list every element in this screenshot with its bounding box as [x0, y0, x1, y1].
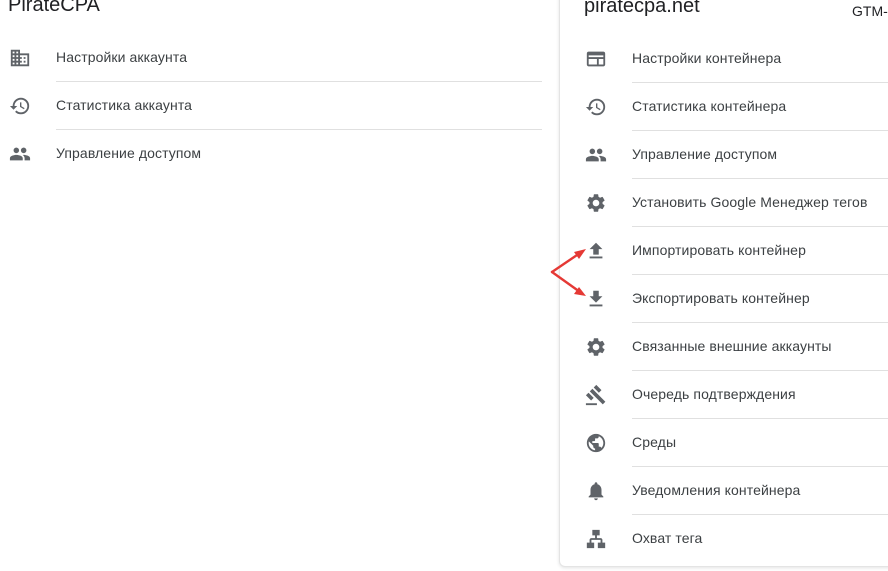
account-settings-label: Настройки аккаунта — [56, 49, 188, 65]
install-gtm-item[interactable]: Установить Google Менеджер тегов — [560, 179, 888, 227]
account-user-management-label: Управление доступом — [56, 145, 202, 161]
account-activity-label: Статистика аккаунта — [56, 97, 193, 113]
external-accounts-label: Связанные внешние аккаунты — [632, 338, 832, 354]
account-user-management-item[interactable]: Управление доступом — [0, 130, 542, 178]
external-accounts-item[interactable]: Связанные внешние аккаунты — [560, 323, 888, 371]
bell-icon — [584, 479, 608, 503]
tag-coverage-item[interactable]: Охват тега — [560, 515, 888, 563]
download-icon — [584, 287, 608, 311]
container-user-management-item[interactable]: Управление доступом — [560, 131, 888, 179]
import-container-item[interactable]: Импортировать контейнер — [560, 227, 888, 275]
container-title: piratecpa.net — [584, 0, 700, 17]
gavel-icon — [584, 383, 608, 407]
export-container-item[interactable]: Экспортировать контейнер — [560, 275, 888, 323]
hierarchy-icon — [584, 527, 608, 551]
history-icon — [8, 94, 32, 118]
building-icon — [8, 46, 32, 70]
account-settings-item[interactable]: Настройки аккаунта — [0, 34, 542, 82]
upload-icon — [584, 239, 608, 263]
environments-label: Среды — [632, 434, 677, 450]
account-title: PirateCPA — [8, 0, 100, 16]
approval-queue-label: Очередь подтверждения — [632, 386, 796, 402]
container-user-management-label: Управление доступом — [632, 146, 778, 162]
container-icon — [584, 47, 608, 71]
account-menu: Настройки аккаунта Статистика аккаунта У… — [0, 34, 542, 178]
container-activity-item[interactable]: Статистика контейнера — [560, 83, 888, 131]
container-column: piratecpa.net GTM-I Настройки контейнера… — [559, 0, 888, 567]
container-settings-item[interactable]: Настройки контейнера — [560, 35, 888, 83]
container-settings-label: Настройки контейнера — [632, 50, 782, 66]
people-icon — [584, 143, 608, 167]
environments-item[interactable]: Среды — [560, 419, 888, 467]
container-notifications-item[interactable]: Уведомления контейнера — [560, 467, 888, 515]
container-notifications-label: Уведомления контейнера — [632, 482, 801, 498]
container-menu: Настройки контейнера Статистика контейне… — [560, 35, 888, 563]
account-activity-item[interactable]: Статистика аккаунта — [0, 82, 542, 130]
gtm-admin-page: PirateCPA Настройки аккаунта Статистика … — [0, 0, 888, 571]
gear-icon — [584, 191, 608, 215]
install-gtm-label: Установить Google Менеджер тегов — [632, 194, 868, 210]
globe-icon — [584, 431, 608, 455]
export-container-label: Экспортировать контейнер — [632, 290, 810, 306]
history-icon — [584, 95, 608, 119]
account-column: PirateCPA Настройки аккаунта Статистика … — [0, 0, 556, 571]
container-id: GTM-I — [852, 3, 888, 19]
container-activity-label: Статистика контейнера — [632, 98, 787, 114]
tag-coverage-label: Охват тега — [632, 530, 703, 546]
import-container-label: Импортировать контейнер — [632, 242, 806, 258]
gear-icon — [584, 335, 608, 359]
people-icon — [8, 142, 32, 166]
approval-queue-item[interactable]: Очередь подтверждения — [560, 371, 888, 419]
